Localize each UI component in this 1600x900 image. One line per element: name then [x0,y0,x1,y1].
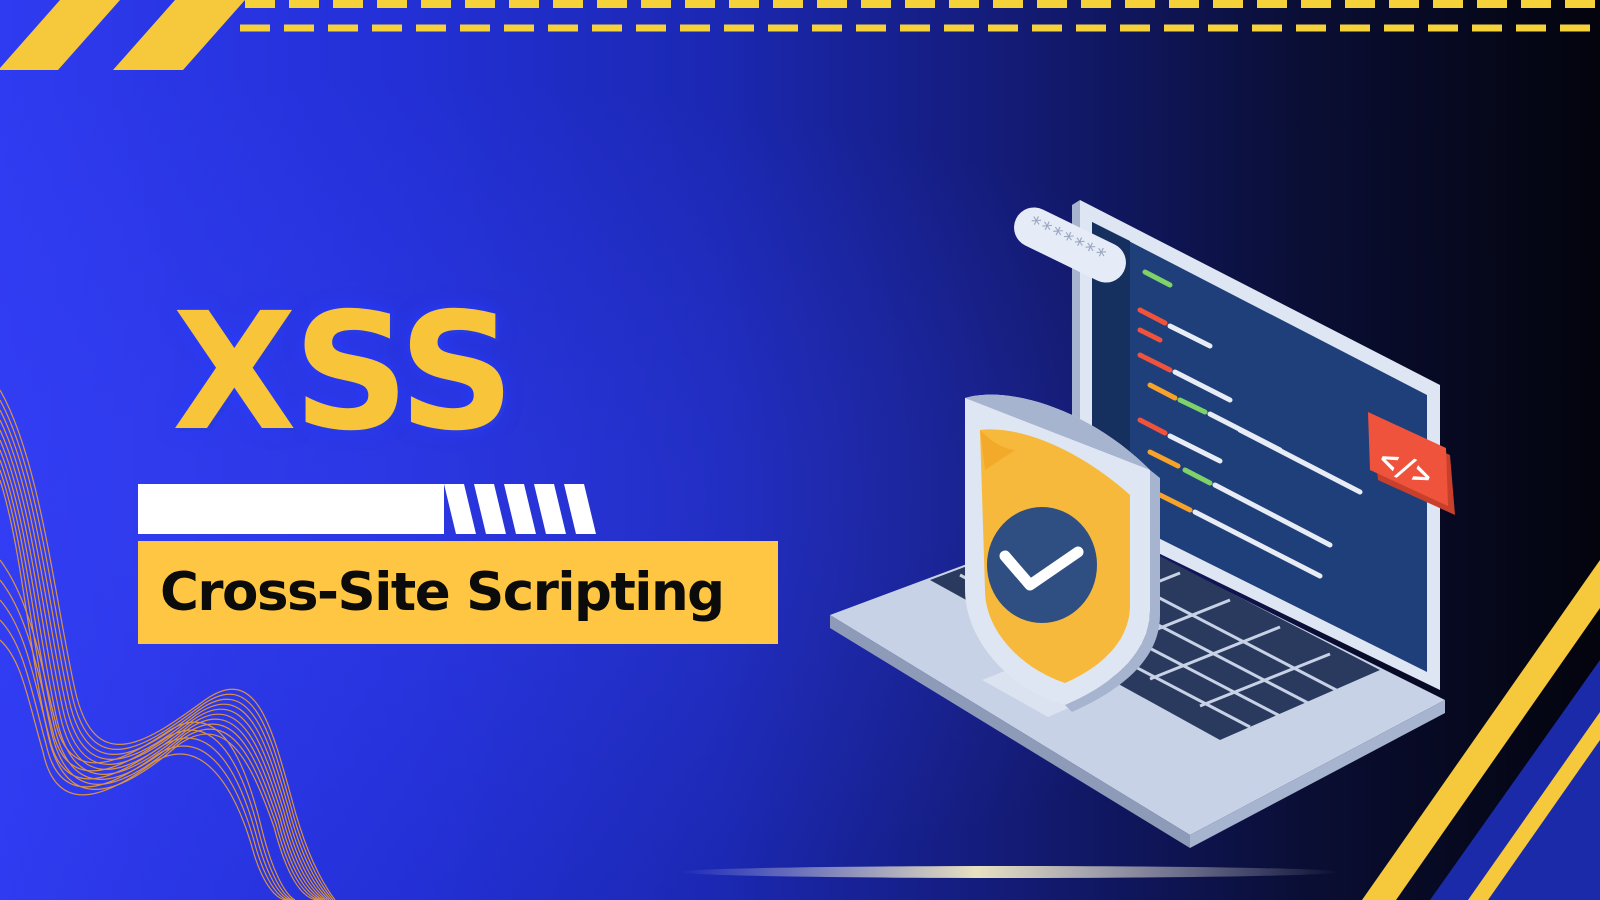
password-field-icon: ******* [1014,207,1126,283]
laptop-illustration: ******* </> [830,200,1455,848]
